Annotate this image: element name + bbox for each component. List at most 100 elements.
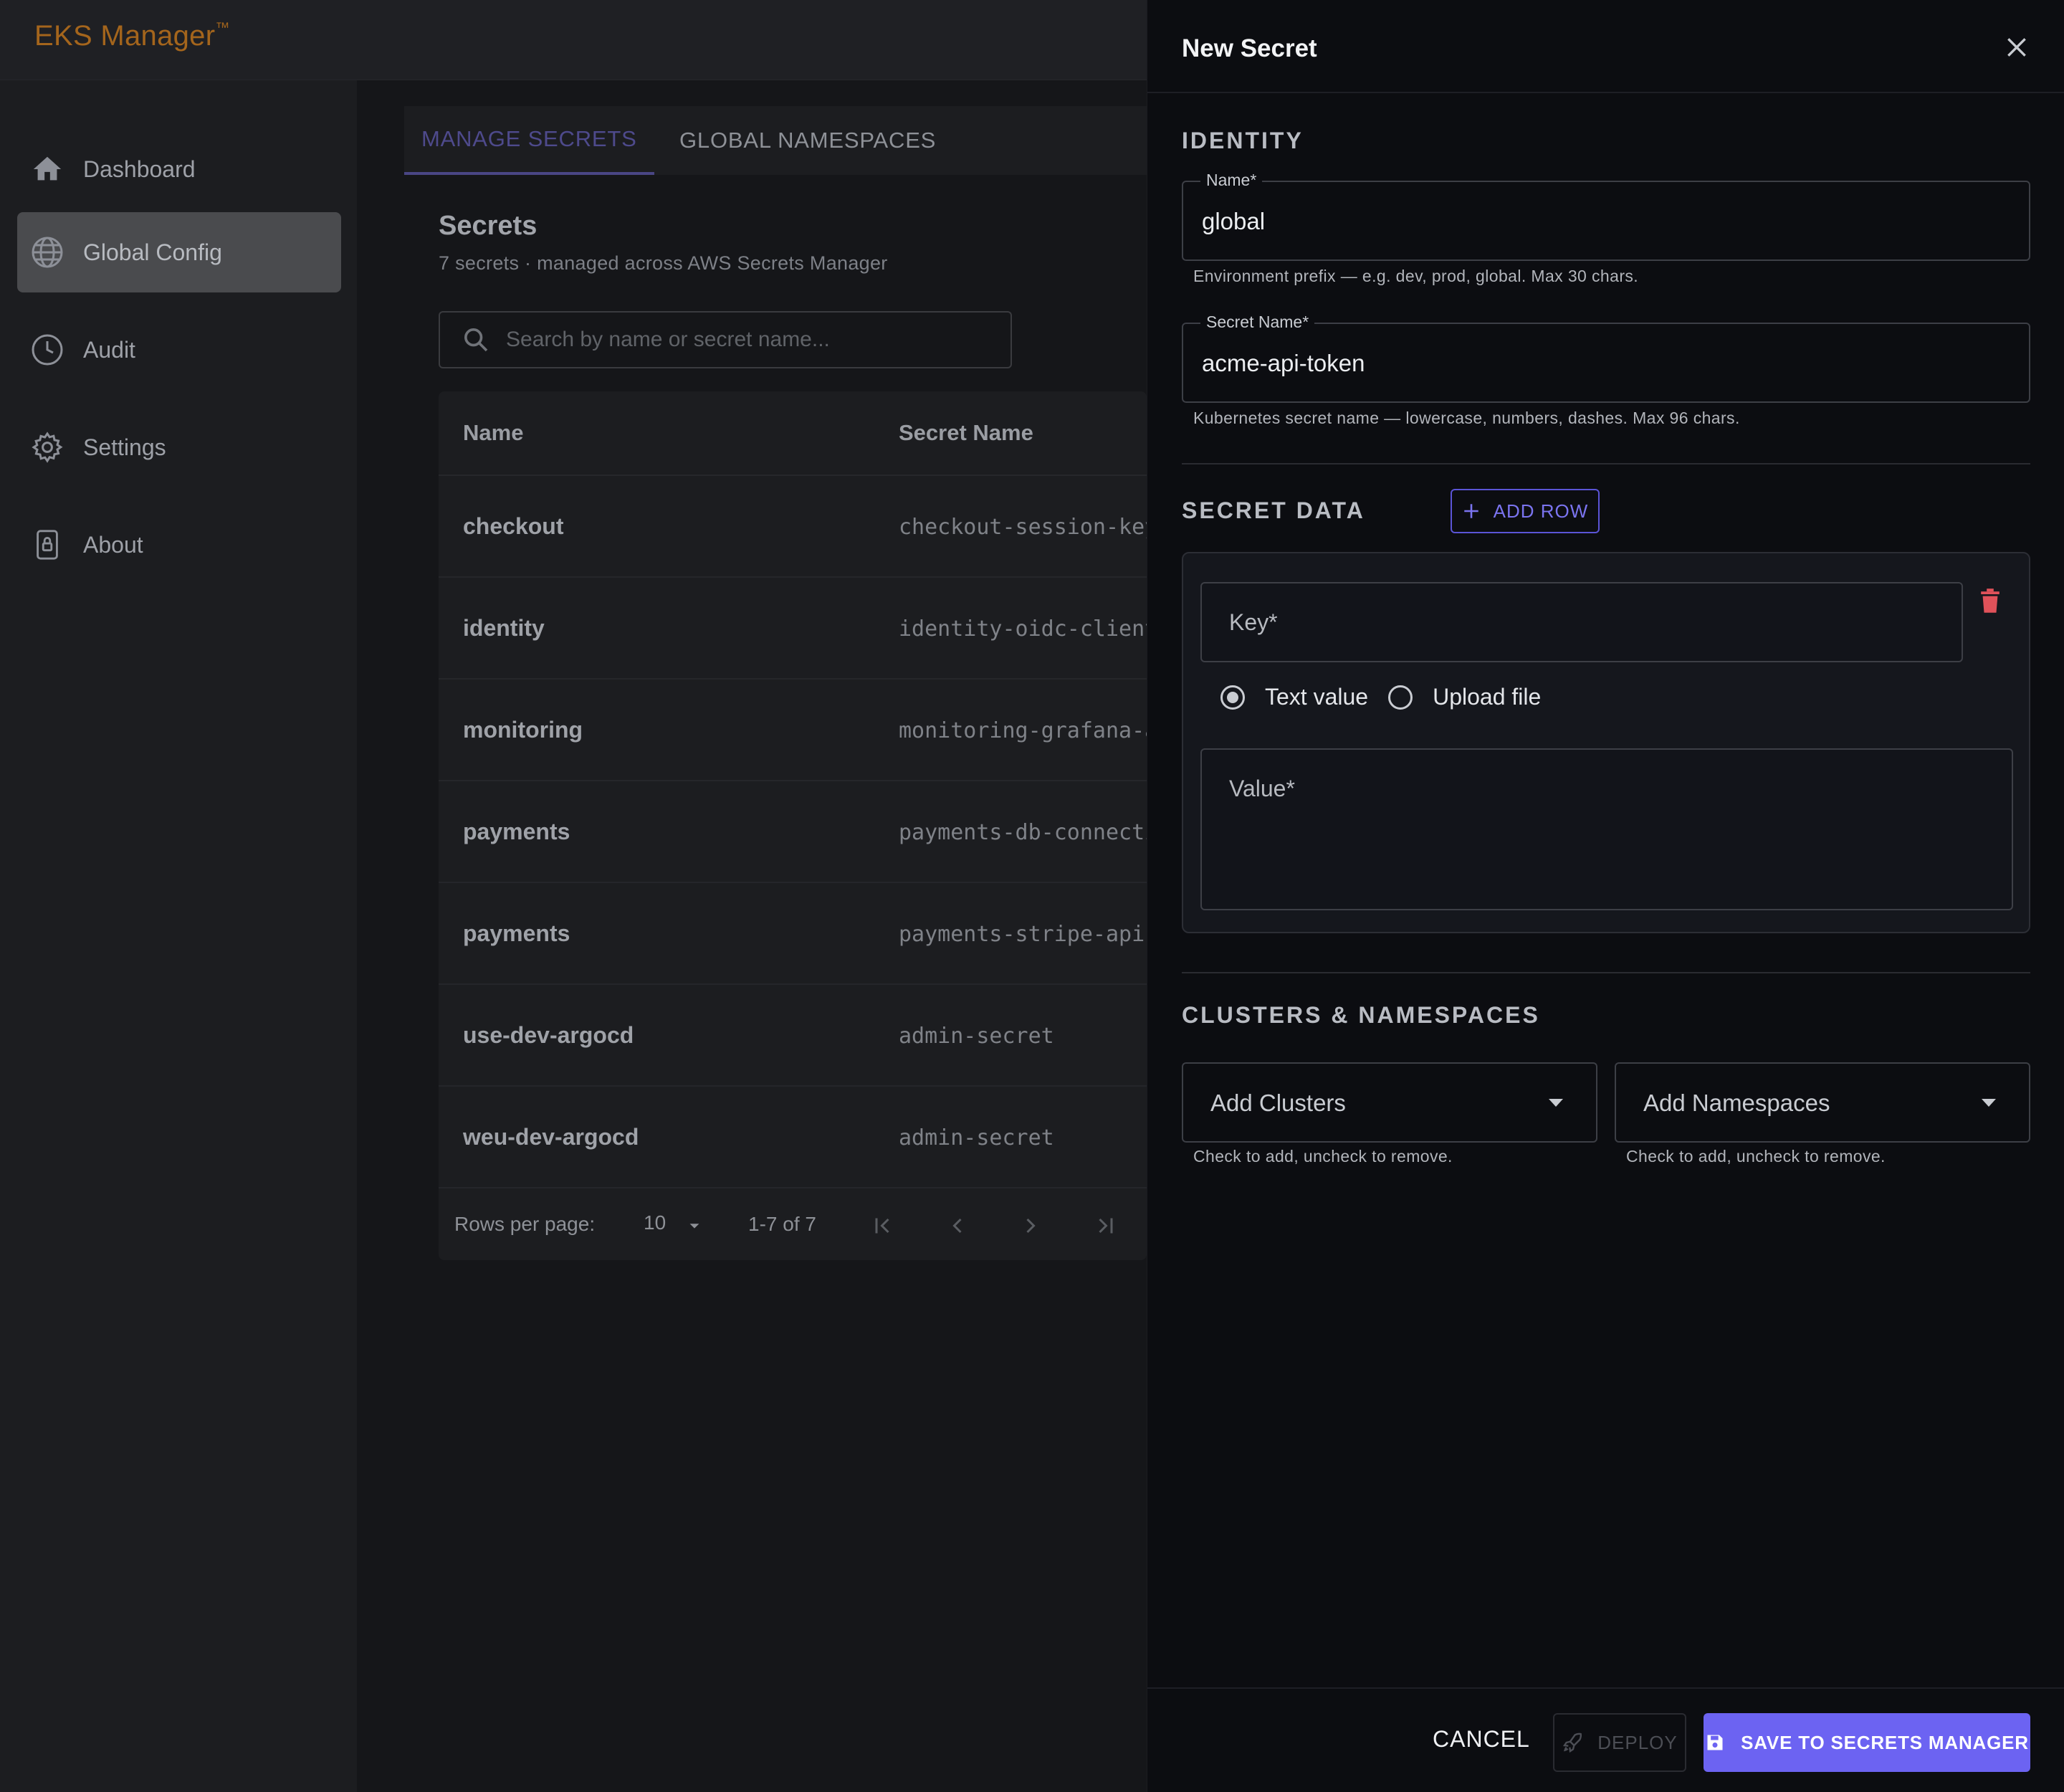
chevron-down-icon[interactable] <box>687 1216 702 1239</box>
secret-data-row: Key* Text value Upload file Value* <box>1182 552 2030 933</box>
table-pagination: Rows per page: 10 1-7 of 7 <box>439 1186 1147 1260</box>
radio-upload-file-label[interactable]: Upload file <box>1433 684 1541 710</box>
add-namespaces-helper: Check to add, uncheck to remove. <box>1626 1147 1886 1166</box>
deploy-button-label: DEPLOY <box>1597 1731 1678 1753</box>
last-page-icon[interactable] <box>1092 1213 1118 1239</box>
cell-secret-name: identity-oidc-client <box>899 616 1147 642</box>
table-row[interactable]: monitoring monitoring-grafana-a <box>439 680 1147 781</box>
sidebar-item-label: Global Config <box>83 239 222 265</box>
close-icon[interactable] <box>2002 33 2031 62</box>
new-secret-drawer: New Secret IDENTITY Name* global Environ… <box>1147 0 2064 1792</box>
globe-icon <box>27 232 67 272</box>
pagination-range: 1-7 of 7 <box>748 1213 816 1235</box>
name-field-value: global <box>1202 208 1266 234</box>
cancel-button[interactable]: CANCEL <box>1433 1726 1530 1753</box>
table-row[interactable]: payments payments-stripe-api <box>439 883 1147 985</box>
sidebar-item-audit[interactable]: Audit <box>17 310 341 390</box>
plus-icon <box>1462 502 1481 520</box>
table-row[interactable]: checkout checkout-session-key <box>439 476 1147 578</box>
name-field-label: Name* <box>1200 171 1263 190</box>
drawer-title: New Secret <box>1182 34 1317 62</box>
secret-name-field-label: Secret Name* <box>1200 313 1315 332</box>
cell-name: use-dev-argocd <box>463 1022 634 1048</box>
sidebar: Dashboard Global Config Audit Settings A… <box>0 80 357 1792</box>
name-field[interactable]: Name* global <box>1182 171 2030 261</box>
column-header-secret-name[interactable]: Secret Name <box>899 420 1033 446</box>
rows-per-page-select[interactable]: 10 <box>644 1211 666 1234</box>
radio-text-value[interactable] <box>1220 685 1245 710</box>
cell-name: weu-dev-argocd <box>463 1124 639 1150</box>
cell-secret-name: monitoring-grafana-a <box>899 718 1147 743</box>
tab-bar: MANAGE SECRETS GLOBAL NAMESPACES <box>404 106 1147 175</box>
cell-name: checkout <box>463 513 564 539</box>
save-icon <box>1705 1733 1725 1753</box>
cell-name: monitoring <box>463 717 583 743</box>
search-input[interactable]: Search by name or secret name... <box>439 311 1012 368</box>
divider <box>1182 972 2030 973</box>
cell-secret-name: payments-stripe-api <box>899 922 1145 947</box>
chevron-down-icon <box>1980 1098 1997 1108</box>
sidebar-item-label: Settings <box>83 434 166 460</box>
app-brand[interactable]: EKS Manager™ <box>34 20 230 52</box>
sidebar-item-label: Dashboard <box>83 156 196 182</box>
search-placeholder: Search by name or secret name... <box>506 328 830 351</box>
add-namespaces-select[interactable]: Add Namespaces <box>1615 1062 2030 1143</box>
cell-secret-name: checkout-session-key <box>899 515 1147 540</box>
section-heading-clusters-namespaces: CLUSTERS & NAMESPACES <box>1182 1002 1540 1028</box>
secret-name-field[interactable]: Secret Name* acme-api-token <box>1182 313 2030 403</box>
value-textarea-placeholder: Value* <box>1229 776 1295 801</box>
key-input[interactable]: Key* <box>1200 582 1963 662</box>
sidebar-item-dashboard[interactable]: Dashboard <box>17 129 341 209</box>
first-page-icon[interactable] <box>870 1213 896 1239</box>
table-row[interactable]: identity identity-oidc-client <box>439 578 1147 680</box>
trash-icon[interactable] <box>1979 588 2002 614</box>
add-row-label: ADD ROW <box>1493 500 1589 522</box>
cell-name: identity <box>463 615 545 641</box>
sidebar-item-label: Audit <box>83 336 135 363</box>
sidebar-item-about[interactable]: About <box>17 505 341 585</box>
drawer-footer: CANCEL DEPLOY SAVE TO SECRETS MANAGER <box>1147 1687 2064 1792</box>
tab-manage-secrets[interactable]: MANAGE SECRETS <box>404 106 654 175</box>
save-to-secrets-manager-button[interactable]: SAVE TO SECRETS MANAGER <box>1704 1713 2030 1772</box>
clock-icon <box>27 330 67 370</box>
table-row[interactable]: payments payments-db-connecti <box>439 781 1147 883</box>
tab-global-namespaces[interactable]: GLOBAL NAMESPACES <box>662 106 953 175</box>
sidebar-item-global-config[interactable]: Global Config <box>17 212 341 292</box>
sidebar-item-label: About <box>83 531 143 558</box>
divider <box>1182 463 2030 464</box>
page-subtitle: 7 secrets · managed across AWS Secrets M… <box>439 252 888 274</box>
column-header-name[interactable]: Name <box>463 420 523 446</box>
lock-icon <box>27 525 67 565</box>
save-button-label: SAVE TO SECRETS MANAGER <box>1741 1731 2029 1753</box>
add-clusters-select[interactable]: Add Clusters <box>1182 1062 1597 1143</box>
add-namespaces-label: Add Namespaces <box>1643 1090 1830 1116</box>
radio-upload-file[interactable] <box>1388 685 1413 710</box>
cell-secret-name: admin-secret <box>899 1125 1054 1150</box>
rocket-icon <box>1562 1731 1585 1754</box>
add-row-button[interactable]: ADD ROW <box>1451 489 1600 533</box>
deploy-button[interactable]: DEPLOY <box>1553 1713 1686 1772</box>
chevron-down-icon <box>1547 1098 1564 1108</box>
section-heading-identity: IDENTITY <box>1182 128 1304 153</box>
search-icon <box>462 325 490 354</box>
secret-name-field-value: acme-api-token <box>1202 350 1365 376</box>
cell-secret-name: admin-secret <box>899 1024 1054 1049</box>
gear-icon <box>27 427 67 467</box>
table-row[interactable]: weu-dev-argocd admin-secret <box>439 1087 1147 1188</box>
previous-page-icon[interactable] <box>945 1213 970 1239</box>
radio-text-value-label[interactable]: Text value <box>1265 684 1368 710</box>
next-page-icon[interactable] <box>1018 1213 1043 1239</box>
cell-secret-name: payments-db-connecti <box>899 820 1147 845</box>
table-row[interactable]: use-dev-argocd admin-secret <box>439 985 1147 1087</box>
cell-name: payments <box>463 819 570 844</box>
add-clusters-helper: Check to add, uncheck to remove. <box>1193 1147 1453 1166</box>
value-textarea[interactable]: Value* <box>1200 748 2013 910</box>
table-header: Name Secret Name <box>439 391 1147 476</box>
value-type-radio-group: Text value Upload file <box>1220 684 1541 710</box>
section-heading-secret-data: SECRET DATA <box>1182 497 1365 523</box>
sidebar-item-settings[interactable]: Settings <box>17 407 341 487</box>
name-field-helper: Environment prefix — e.g. dev, prod, glo… <box>1193 267 1639 285</box>
rows-per-page-label: Rows per page: <box>454 1213 596 1235</box>
cell-name: payments <box>463 920 570 946</box>
app-header: EKS Manager™ <box>0 0 1147 80</box>
